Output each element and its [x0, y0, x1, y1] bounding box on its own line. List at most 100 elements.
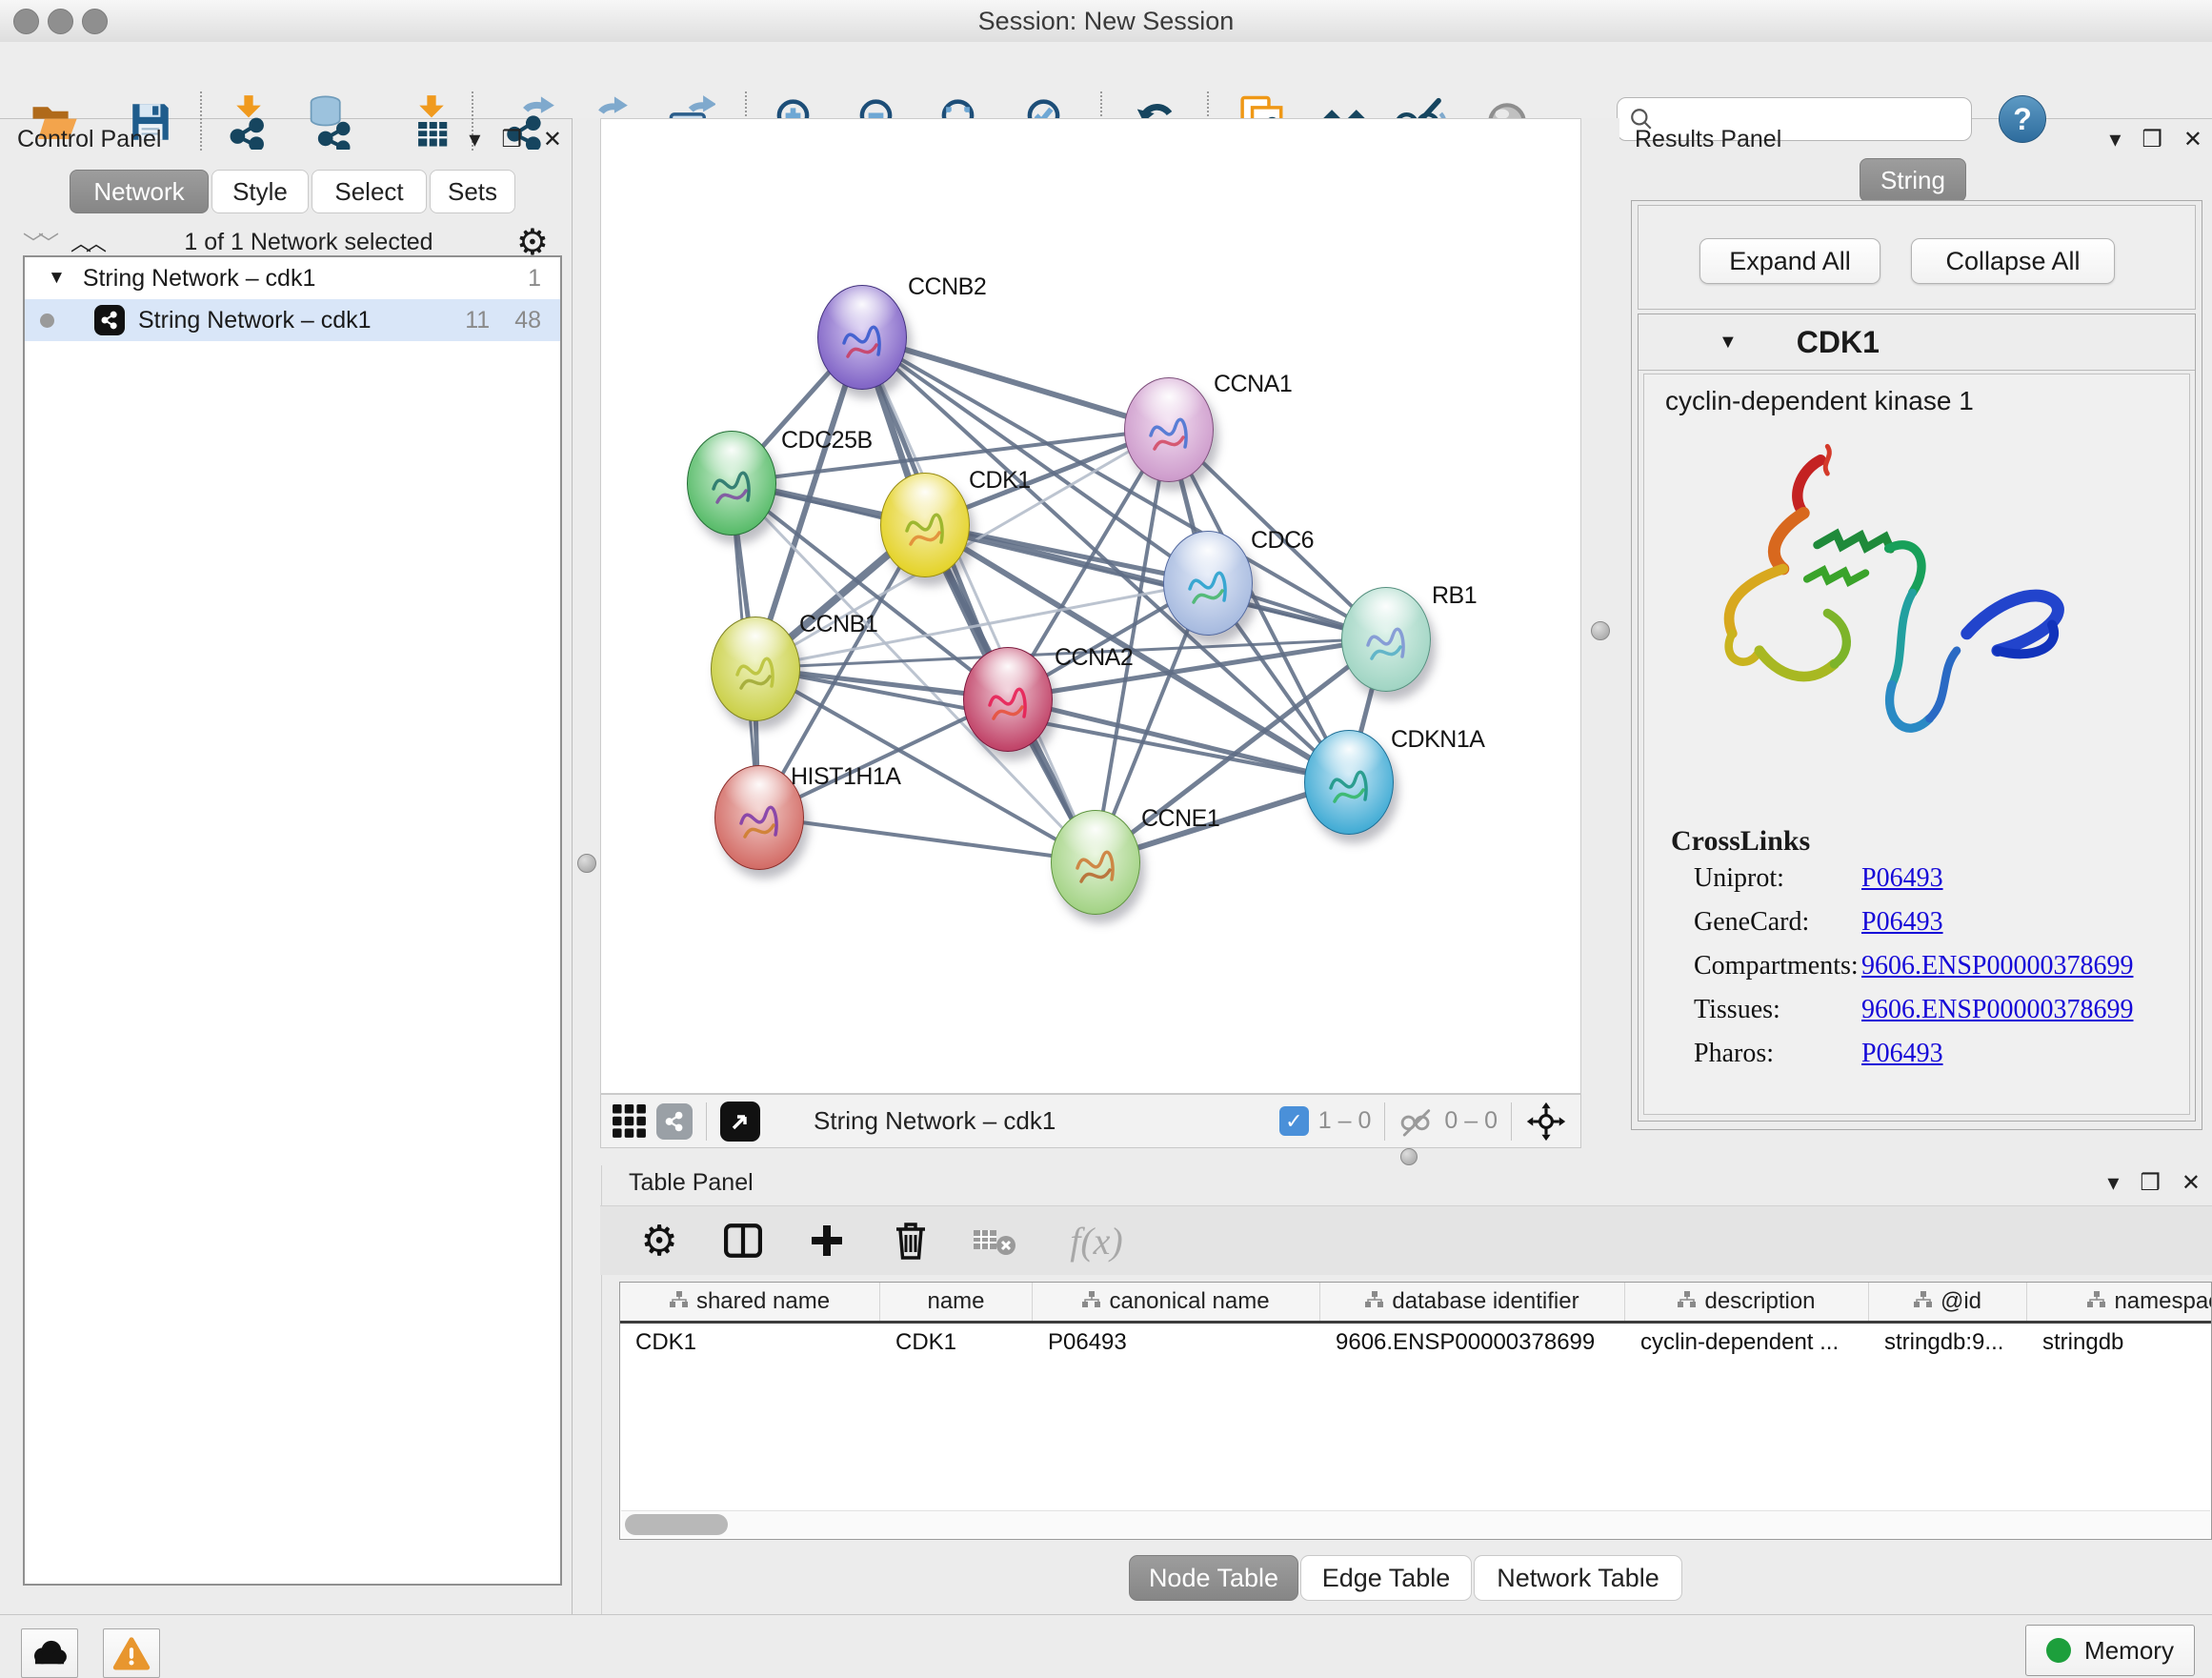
- protein-ribbon-icon: [1358, 611, 1414, 674]
- column-header-description[interactable]: description: [1625, 1283, 1869, 1321]
- network-status-dot-icon: [40, 313, 54, 328]
- network-node-ccna1[interactable]: [1124, 377, 1214, 482]
- network-node-cdc25b[interactable]: [687, 431, 776, 536]
- node-label-ccnb2: CCNB2: [908, 273, 986, 301]
- expand-all-tree-icon[interactable]: ︿︿: [70, 227, 101, 257]
- node-label-ccne1: CCNE1: [1141, 805, 1219, 833]
- open-in-browser-icon[interactable]: [720, 1102, 760, 1142]
- column-header-name[interactable]: name: [880, 1283, 1033, 1321]
- network-node-cdkn1a[interactable]: [1304, 730, 1394, 835]
- control-panel: Control Panel ▾ ❒ ✕ NetworkStyleSelectSe…: [0, 118, 572, 1614]
- string-network-icon: [94, 305, 125, 335]
- network-edge[interactable]: [758, 817, 1095, 861]
- panel-collapse-icon[interactable]: ▾: [2109, 126, 2121, 153]
- tab-edge-table[interactable]: Edge Table: [1300, 1555, 1472, 1601]
- panel-collapse-icon[interactable]: ▾: [469, 126, 480, 153]
- warnings-button[interactable]: [103, 1628, 160, 1678]
- show-columns-icon[interactable]: [718, 1216, 768, 1265]
- panel-float-icon[interactable]: ❒: [2142, 126, 2162, 153]
- crosslink-link[interactable]: P06493: [1861, 907, 1943, 938]
- panel-float-icon[interactable]: ❒: [501, 126, 522, 153]
- collapse-all-button[interactable]: Collapse All: [1911, 238, 2115, 284]
- splitter-grip[interactable]: [1591, 621, 1610, 640]
- tab-select[interactable]: Select: [312, 170, 427, 213]
- network-collection-row[interactable]: ▼ String Network – cdk1 1: [25, 257, 560, 299]
- splitter-grip[interactable]: [577, 854, 596, 873]
- gene-entry: ▼ CDK1 cyclin-dependent kinase 1: [1638, 313, 2196, 1122]
- hidden-counts: 0 – 0: [1444, 1107, 1498, 1135]
- column-header-shared-name[interactable]: shared name: [620, 1283, 880, 1321]
- protein-ribbon-icon: [835, 309, 890, 372]
- node-label-ccna2: CCNA2: [1055, 644, 1133, 672]
- string-style-icon[interactable]: [656, 1103, 693, 1140]
- gene-entry-header[interactable]: ▼ CDK1: [1639, 314, 2195, 371]
- network-node-ccnb2[interactable]: [817, 285, 907, 390]
- tab-network-table[interactable]: Network Table: [1474, 1555, 1682, 1601]
- scrollbar-thumb[interactable]: [625, 1514, 728, 1535]
- network-edge[interactable]: [861, 336, 1168, 429]
- add-column-icon[interactable]: [802, 1216, 852, 1265]
- column-type-icon: [1082, 1288, 1101, 1315]
- horizontal-scrollbar[interactable]: [621, 1510, 2210, 1538]
- panel-float-icon[interactable]: ❒: [2140, 1169, 2161, 1197]
- crosslink-link[interactable]: P06493: [1861, 863, 1943, 894]
- tab-style[interactable]: Style: [211, 170, 309, 213]
- column-header-namespace[interactable]: namespace: [2027, 1283, 2212, 1321]
- warning-icon: [112, 1635, 151, 1671]
- column-header-database-identifier[interactable]: database identifier: [1320, 1283, 1625, 1321]
- table-cell[interactable]: 9606.ENSP00000378699: [1320, 1324, 1625, 1362]
- panel-close-icon[interactable]: ✕: [543, 126, 562, 153]
- tab-node-table[interactable]: Node Table: [1129, 1555, 1298, 1601]
- table-cell[interactable]: stringdb: [2027, 1324, 2212, 1362]
- network-row-selected[interactable]: String Network – cdk1 11 48: [25, 299, 560, 341]
- cloud-status-button[interactable]: [21, 1628, 78, 1678]
- panel-collapse-icon[interactable]: ▾: [2107, 1169, 2119, 1197]
- table-settings-gear-icon[interactable]: ⚙: [634, 1216, 684, 1265]
- tree-expand-icon[interactable]: ▼: [48, 268, 66, 289]
- tab-sets[interactable]: Sets: [430, 170, 515, 213]
- table-cell[interactable]: stringdb:9...: [1869, 1324, 2027, 1362]
- control-panel-title: Control Panel: [17, 126, 161, 153]
- node-label-ccna1: CCNA1: [1214, 371, 1292, 398]
- selected-checkbox-icon[interactable]: ✓: [1279, 1106, 1309, 1136]
- table-toolbar: ⚙ f(x): [600, 1205, 2212, 1275]
- network-node-cdc6[interactable]: [1163, 531, 1253, 636]
- crosslink-link[interactable]: 9606.ENSP00000378699: [1861, 995, 2133, 1025]
- memory-button[interactable]: Memory: [2025, 1625, 2195, 1676]
- table-cell[interactable]: CDK1: [880, 1324, 1033, 1362]
- network-node-ccne1[interactable]: [1051, 810, 1140, 915]
- column-header--id[interactable]: @id: [1869, 1283, 2027, 1321]
- collapse-entry-icon[interactable]: ▼: [1719, 332, 1738, 354]
- table-cell[interactable]: CDK1: [620, 1324, 880, 1362]
- protein-ribbon-icon: [704, 455, 759, 517]
- splitter-grip[interactable]: [1400, 1148, 1418, 1165]
- crosslink-link[interactable]: P06493: [1861, 1039, 1943, 1069]
- table-cell[interactable]: P06493: [1033, 1324, 1320, 1362]
- crosslink-link[interactable]: 9606.ENSP00000378699: [1861, 951, 2133, 981]
- tab-string[interactable]: String: [1860, 158, 1966, 202]
- panel-close-icon[interactable]: ✕: [2182, 1169, 2201, 1197]
- birdseye-navigator-icon[interactable]: [1525, 1101, 1567, 1142]
- vertical-splitter-left[interactable]: [572, 118, 602, 1614]
- delete-column-trash-icon[interactable]: [886, 1216, 935, 1265]
- grid-view-icon[interactable]: [609, 1097, 651, 1146]
- panel-close-icon[interactable]: ✕: [2183, 126, 2202, 153]
- network-node-rb1[interactable]: [1341, 587, 1431, 692]
- delete-table-icon[interactable]: [970, 1216, 1019, 1265]
- memory-label: Memory: [2084, 1636, 2174, 1666]
- table-cell[interactable]: cyclin-dependent ...: [1625, 1324, 1869, 1362]
- crosslink-label: Tissues:: [1694, 995, 1861, 1025]
- tab-network[interactable]: Network: [70, 170, 209, 213]
- column-type-icon: [670, 1288, 689, 1315]
- collapse-all-tree-icon[interactable]: ﹀﹀: [23, 227, 53, 257]
- network-canvas[interactable]: CCNB2CCNA1CDC25BCDK1CDC6RB1CCNB1CCNA2CDK…: [600, 118, 1581, 1094]
- node-label-rb1: RB1: [1432, 582, 1477, 610]
- network-node-ccnb1[interactable]: [711, 617, 800, 721]
- column-header-canonical-name[interactable]: canonical name: [1033, 1283, 1320, 1321]
- gene-symbol: CDK1: [1797, 325, 1880, 360]
- network-node-ccna2[interactable]: [963, 647, 1053, 752]
- network-node-cdk1[interactable]: [880, 473, 970, 577]
- expand-all-button[interactable]: Expand All: [1699, 238, 1880, 284]
- network-view-toolbar: String Network – cdk1 ✓ 1 – 0 0 – 0: [600, 1094, 1581, 1148]
- vertical-splitter-right[interactable]: [1581, 118, 1619, 1151]
